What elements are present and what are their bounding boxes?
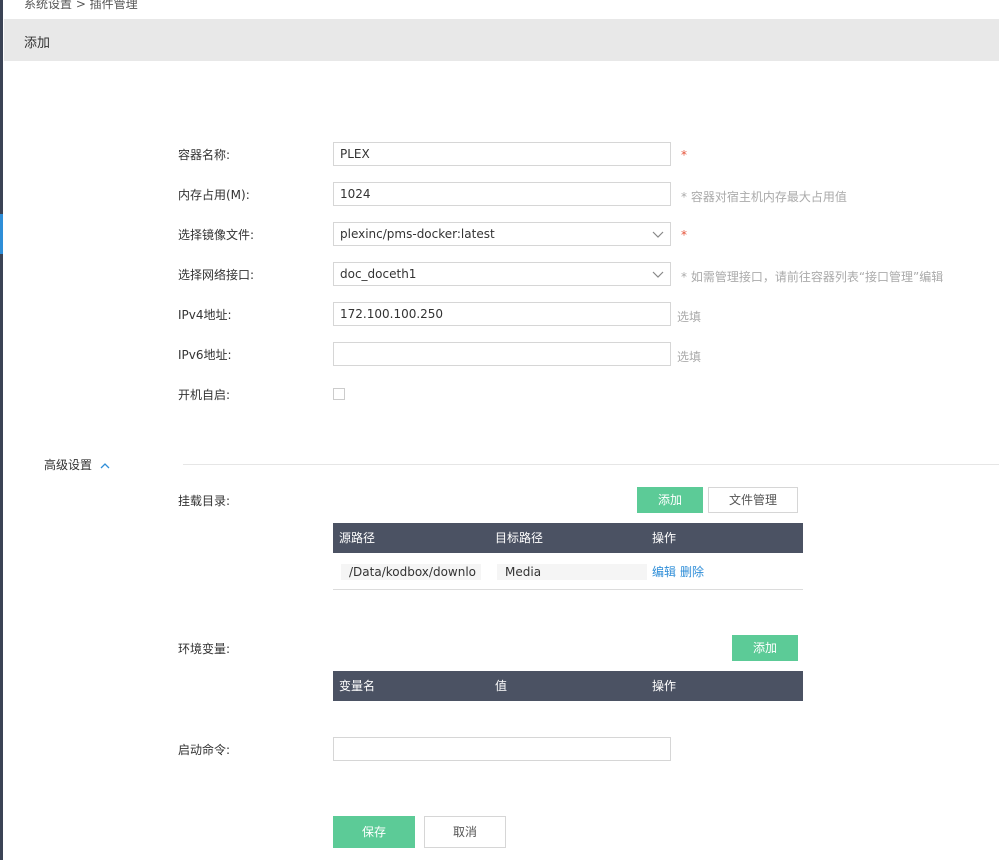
column-header: 操作	[652, 531, 677, 545]
required-marker: *	[681, 228, 687, 242]
autostart-label: 开机自启:	[178, 388, 231, 402]
command-input[interactable]	[333, 737, 671, 761]
ipv6-input[interactable]	[333, 342, 671, 366]
file-manager-button[interactable]: 文件管理	[708, 487, 798, 513]
image-label: 选择镜像文件:	[178, 228, 255, 242]
ipv6-optional: 选填	[677, 350, 702, 364]
column-header: 变量名	[339, 679, 376, 693]
edit-link[interactable]: 编辑	[652, 564, 676, 580]
memory-hint: * 容器对宿主机内存最大占用值	[681, 190, 847, 204]
network-hint: * 如需管理接口，请前往容器列表“接口管理”编辑	[681, 270, 944, 284]
network-label: 选择网络接口:	[178, 268, 255, 282]
memory-input[interactable]: 1024	[333, 182, 671, 206]
chevron-down-icon	[652, 231, 664, 238]
env-table-header: 变量名 值 操作	[333, 671, 803, 701]
save-button[interactable]: 保存	[333, 816, 415, 848]
chevron-up-icon	[100, 462, 110, 468]
column-header: 值	[495, 679, 508, 693]
column-header: 源路径	[339, 531, 376, 545]
image-select-value: plexinc/pms-docker:latest	[340, 227, 495, 241]
target-path-input[interactable]: Media	[497, 564, 647, 580]
ipv6-label: IPv6地址:	[178, 348, 232, 362]
container-name-input[interactable]: PLEX	[333, 142, 671, 166]
image-select[interactable]: plexinc/pms-docker:latest	[333, 222, 671, 246]
chevron-down-icon	[652, 271, 664, 278]
advanced-settings-label: 高级设置	[44, 458, 93, 472]
table-row: /Data/kodbox/downlo Media 编辑 删除	[333, 553, 803, 590]
left-sidebar-strip	[0, 0, 3, 860]
add-mount-button[interactable]: 添加	[637, 487, 703, 513]
add-env-button[interactable]: 添加	[732, 635, 798, 661]
network-select[interactable]: doc_doceth1	[333, 262, 671, 286]
mounts-label: 挂载目录:	[178, 494, 231, 508]
autostart-checkbox[interactable]	[333, 388, 345, 400]
page-title: 添加	[24, 36, 51, 51]
page-header: 添加	[4, 19, 999, 61]
ipv4-input[interactable]: 172.100.100.250	[333, 302, 671, 326]
memory-label: 内存占用(M):	[178, 188, 250, 202]
cancel-button[interactable]: 取消	[424, 816, 506, 848]
section-divider	[183, 464, 999, 465]
ipv4-optional: 选填	[677, 310, 702, 324]
mounts-table-header: 源路径 目标路径 操作	[333, 523, 803, 553]
container-name-label: 容器名称:	[178, 148, 231, 162]
source-path-input[interactable]: /Data/kodbox/downlo	[341, 564, 481, 580]
required-marker: *	[681, 148, 687, 162]
column-header: 目标路径	[495, 531, 544, 545]
command-label: 启动命令:	[178, 743, 231, 757]
delete-link[interactable]: 删除	[680, 564, 704, 580]
column-header: 操作	[652, 679, 677, 693]
network-select-value: doc_doceth1	[340, 267, 417, 281]
env-label: 环境变量:	[178, 642, 231, 656]
sidebar-active-indicator	[0, 214, 3, 254]
ipv4-label: IPv4地址:	[178, 308, 232, 322]
advanced-settings-toggle[interactable]: 高级设置	[44, 457, 110, 473]
breadcrumb: 系统设置 > 插件管理	[24, 0, 138, 11]
